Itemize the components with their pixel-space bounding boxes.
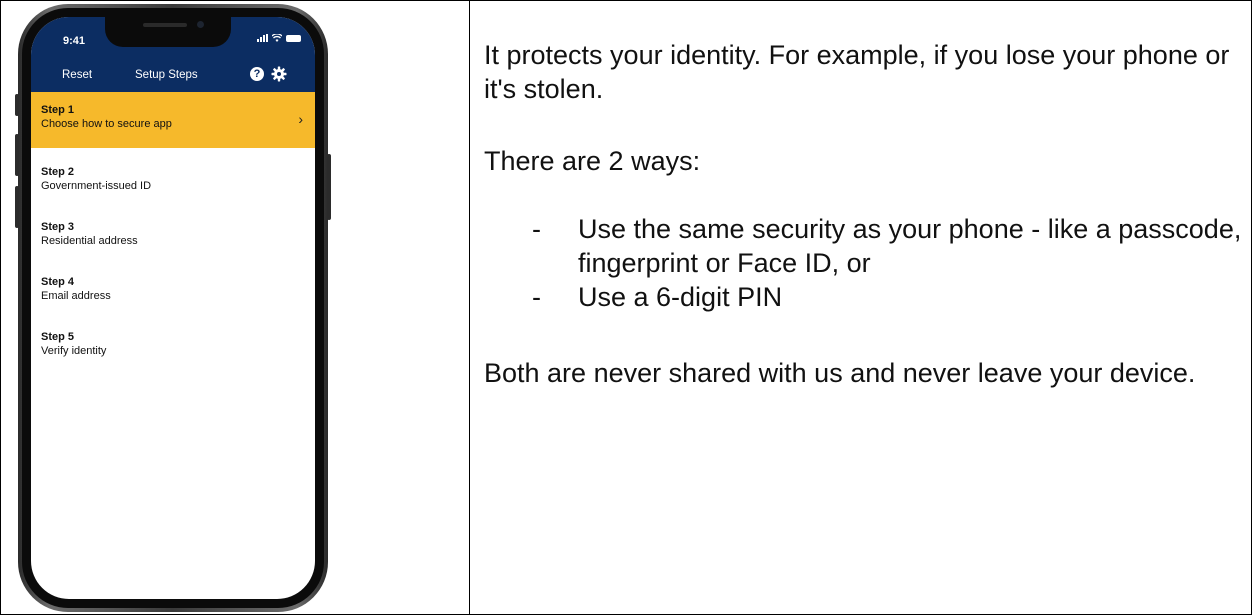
phone-bezel: 9:41 Reset Setup Steps ? Step 1 Choose h… [22,8,324,608]
wifi-icon [272,34,282,42]
phone-notch [105,17,231,47]
ways-list: - Use the same security as your phone - … [484,212,1242,314]
gear-icon[interactable] [271,66,287,82]
list-item: - Use the same security as your phone - … [484,212,1242,280]
step-description: Government-issued ID [41,180,152,192]
list-item-text: Use a 6-digit PIN [578,282,783,312]
step-description: Verify identity [41,345,107,357]
speaker-grille [143,23,187,27]
silent-switch [15,94,19,116]
phone-mockup: 9:41 Reset Setup Steps ? Step 1 Choose h… [15,4,331,612]
volume-up-button [15,134,19,176]
volume-down-button [15,186,19,228]
step-number: Step 3 [41,221,75,233]
list-item-text: Use the same security as your phone - li… [578,214,1242,278]
list-item: - Use a 6-digit PIN [484,280,1242,314]
step-3-item[interactable]: Step 3 Residential address [31,220,315,249]
page-title: Setup Steps [135,69,198,81]
step-description: Choose how to secure app [41,118,172,130]
step-description: Email address [41,290,111,302]
status-time: 9:41 [63,35,86,47]
privacy-paragraph: Both are never shared with us and never … [484,358,1196,388]
battery-icon [286,34,301,42]
step-number: Step 5 [41,331,75,343]
list-bullet: - [532,282,541,312]
step-number: Step 4 [41,276,75,288]
signal-icon [257,34,268,42]
intro-paragraph: It protects your identity. For example, … [484,40,1230,104]
step-description: Residential address [41,235,138,247]
step-5-item[interactable]: Step 5 Verify identity [31,330,315,359]
step-number: Step 2 [41,166,75,178]
front-camera [197,21,204,28]
help-icon[interactable]: ? [250,67,264,81]
chevron-right-icon: › [298,111,303,127]
status-icons [257,34,301,42]
reset-button[interactable]: Reset [62,69,92,81]
step-number: Step 1 [41,104,75,116]
column-divider [469,0,470,615]
ways-heading: There are 2 ways: [484,146,701,176]
step-4-item[interactable]: Step 4 Email address [31,275,315,304]
list-bullet: - [532,214,541,244]
power-button [327,154,331,220]
phone-screen: 9:41 Reset Setup Steps ? Step 1 Choose h… [31,17,315,599]
step-2-item[interactable]: Step 2 Government-issued ID [31,165,315,194]
step-1-item[interactable]: Step 1 Choose how to secure app › [31,92,315,148]
